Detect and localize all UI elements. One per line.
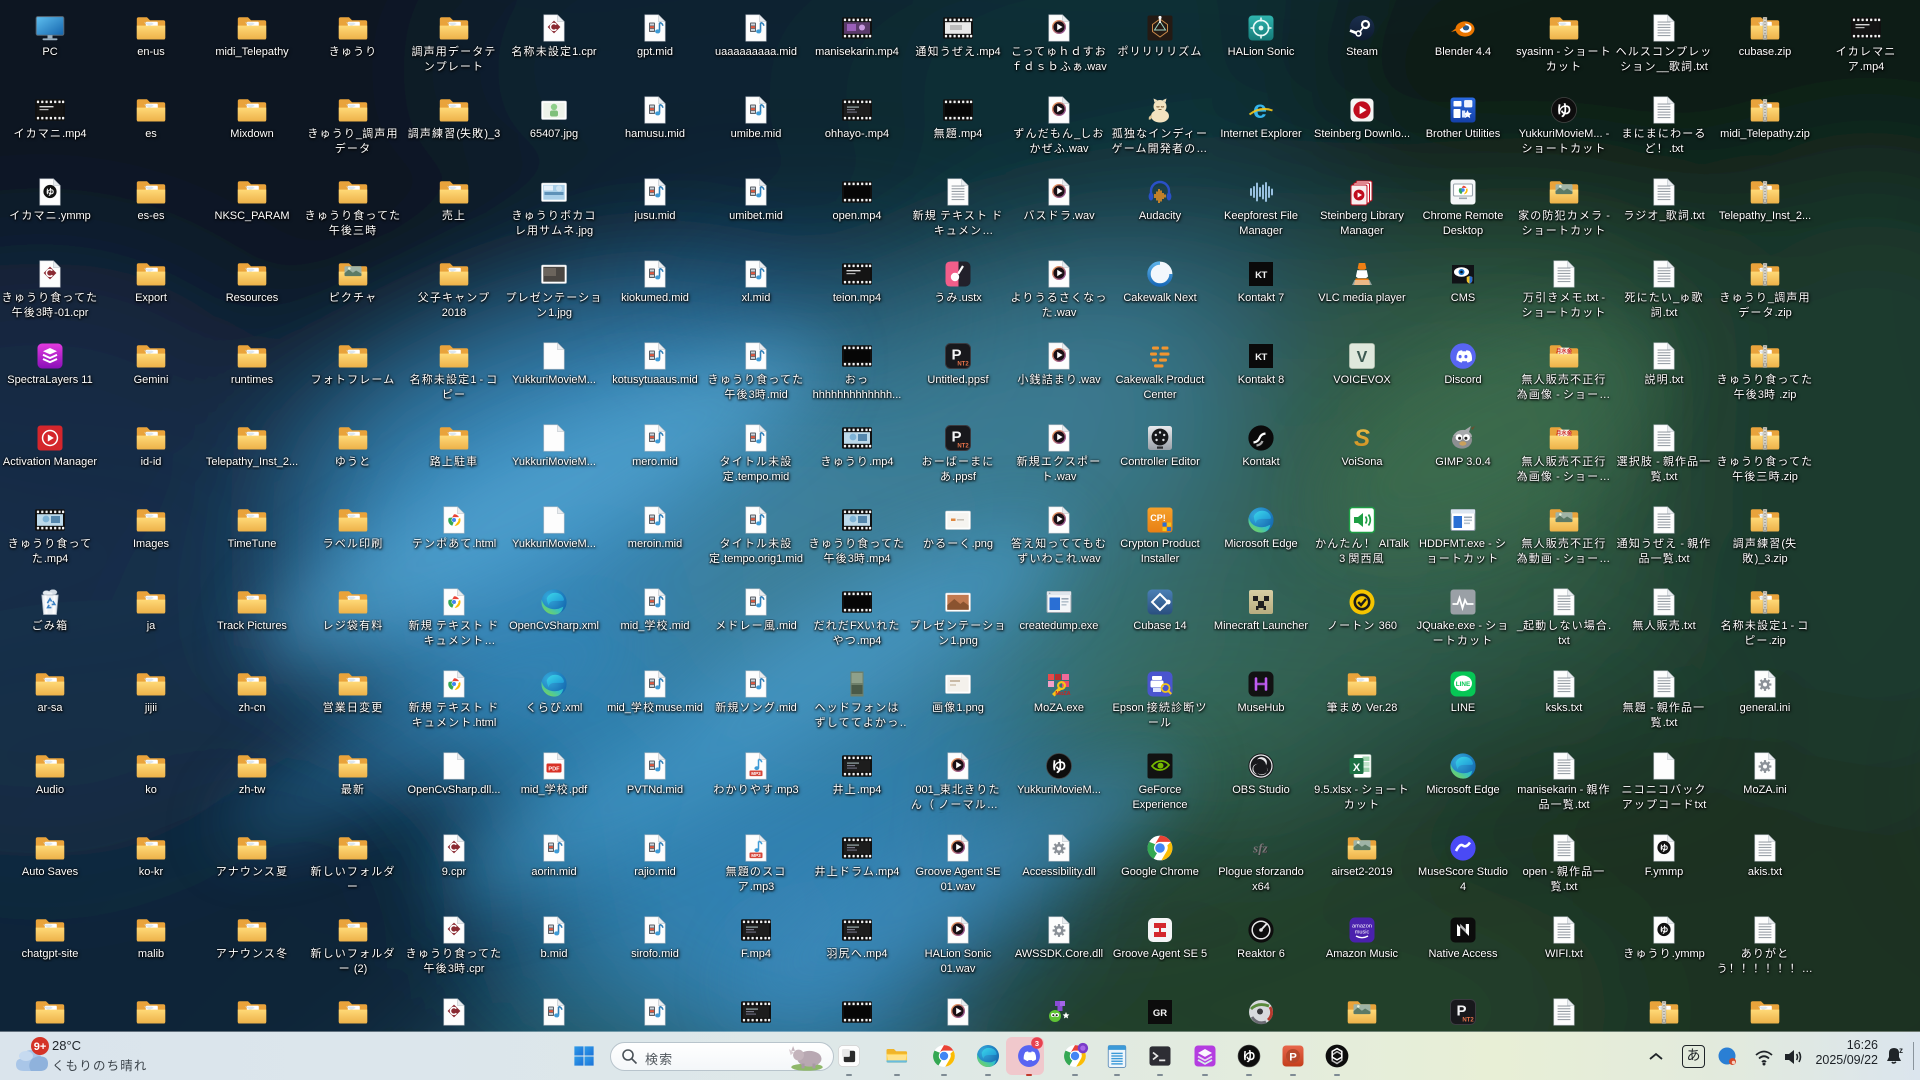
svg-text:P: P xyxy=(1289,1051,1297,1063)
svg-text:z: z xyxy=(1899,1046,1903,1055)
svg-text:3: 3 xyxy=(1035,1039,1039,1048)
svg-text:9+: 9+ xyxy=(34,1041,47,1053)
svg-text:ゆ: ゆ xyxy=(1242,1049,1255,1064)
